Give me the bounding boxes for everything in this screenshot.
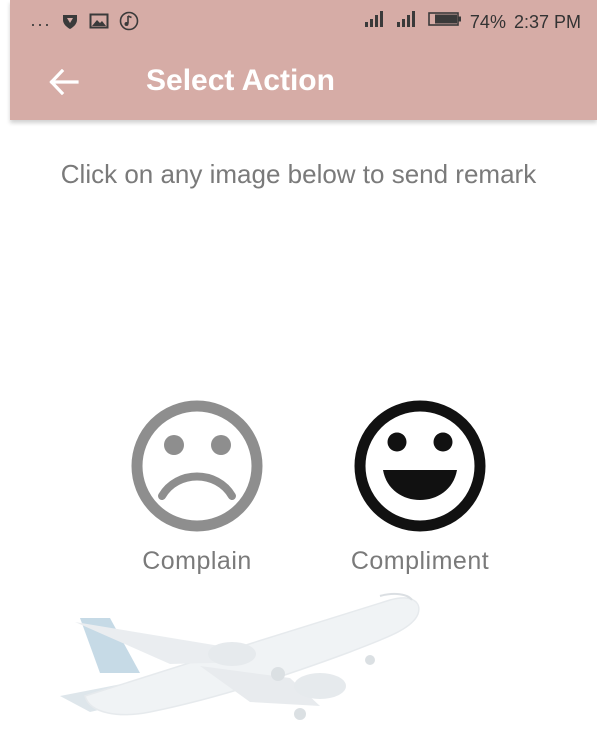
arrow-left-icon <box>49 69 79 95</box>
battery-icon <box>428 10 462 33</box>
image-icon <box>89 12 109 35</box>
shield-icon <box>61 12 79 35</box>
status-left: ··· <box>30 11 139 36</box>
complain-label: Complain <box>142 547 252 575</box>
battery-percent: 74% <box>469 11 506 32</box>
page-title: Select Action <box>146 64 335 97</box>
status-right: 74% 2:37 PM <box>364 10 581 33</box>
compliment-option[interactable]: Compliment <box>325 400 515 576</box>
signal-icon <box>396 10 420 33</box>
happy-face-icon[interactable] <box>340 400 500 532</box>
instruction-text: Click on any image below to send remark <box>60 159 537 189</box>
back-button[interactable] <box>46 64 82 100</box>
airplane-watermark <box>60 592 420 720</box>
compliment-label: Compliment <box>350 547 490 575</box>
app-bar: Select Action <box>10 44 597 120</box>
top-bar: ··· 74% 2:37 PM Select Action <box>10 0 597 120</box>
signal-icon <box>364 10 388 33</box>
music-icon <box>119 11 139 36</box>
status-time: 2:37 PM <box>513 11 581 32</box>
sad-face-icon[interactable] <box>119 400 275 532</box>
more-notifications-icon: ··· <box>30 13 51 34</box>
complain-option[interactable]: Complain <box>112 400 282 576</box>
select-action-screen: ··· 74% 2:37 PM Select Action Click on a… <box>0 0 597 739</box>
status-bar: ··· 74% 2:37 PM <box>10 0 597 44</box>
